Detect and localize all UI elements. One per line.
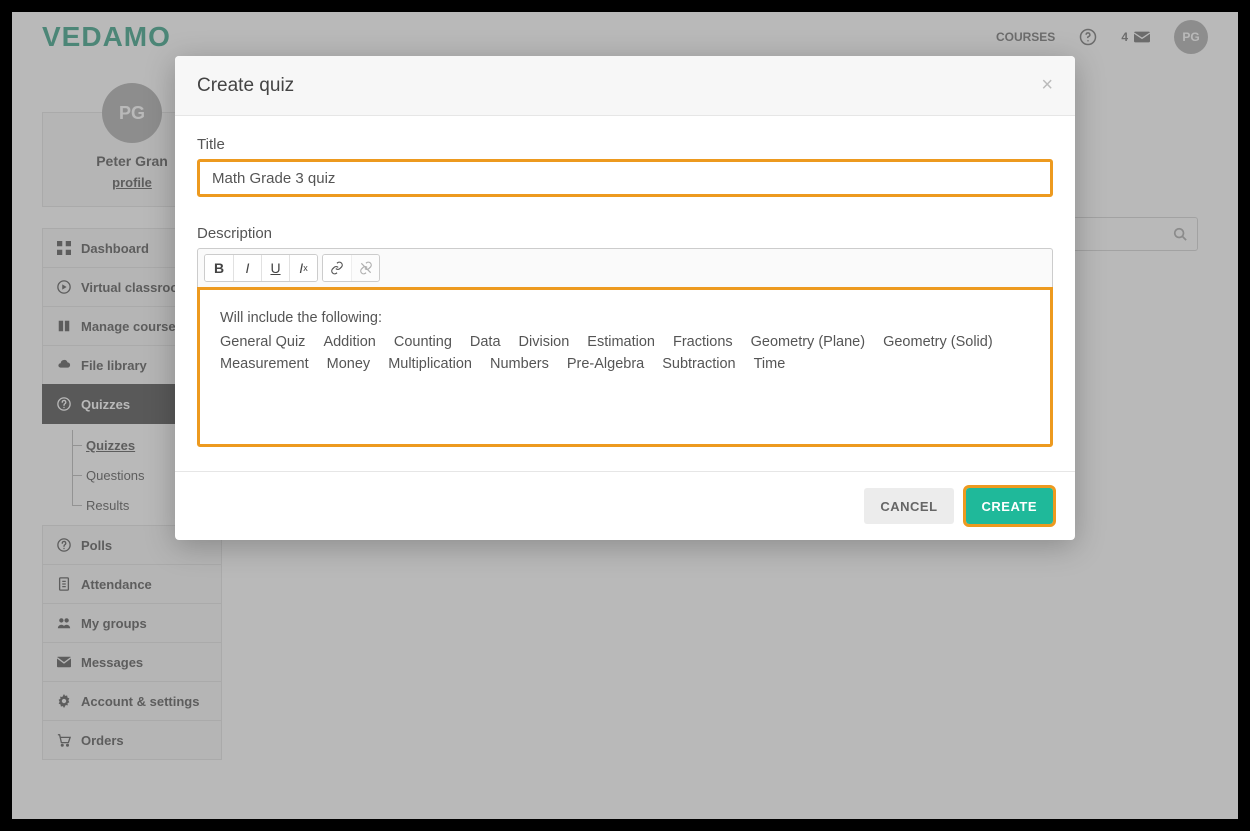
unlink-button[interactable] — [351, 255, 379, 281]
description-label: Description — [197, 225, 1053, 242]
description-intro: Will include the following: — [220, 308, 1030, 330]
topic-item: Division — [519, 332, 570, 354]
link-button[interactable] — [323, 255, 351, 281]
underline-button[interactable]: U — [261, 255, 289, 281]
topic-item: Data — [470, 332, 501, 354]
description-topics: General Quiz Addition Counting Data Division… — [220, 332, 1030, 376]
topic-item: Addition — [323, 332, 375, 354]
quiz-title-input[interactable] — [197, 159, 1053, 197]
description-editor[interactable]: Will include the following: General Quiz… — [197, 287, 1053, 447]
topic-item: Multiplication — [388, 354, 472, 376]
modal-title: Create quiz — [197, 75, 294, 97]
clear-format-button[interactable]: Ix — [289, 255, 317, 281]
topic-item: Counting — [394, 332, 452, 354]
create-quiz-modal: Create quiz × Title Description B I U Ix — [175, 56, 1075, 540]
title-label: Title — [197, 136, 1053, 153]
cancel-button[interactable]: CANCEL — [864, 488, 953, 524]
link-icon — [330, 261, 344, 275]
topic-item: Money — [327, 354, 371, 376]
topic-item: Subtraction — [662, 354, 735, 376]
italic-button[interactable]: I — [233, 255, 261, 281]
topic-item: General Quiz — [220, 332, 305, 354]
editor-toolbar: B I U Ix — [197, 248, 1053, 287]
topic-item: Time — [754, 354, 786, 376]
topic-item: Fractions — [673, 332, 733, 354]
close-icon[interactable]: × — [1041, 74, 1053, 97]
bold-button[interactable]: B — [205, 255, 233, 281]
create-button[interactable]: CREATE — [966, 488, 1053, 524]
topic-item: Estimation — [587, 332, 655, 354]
topic-item: Geometry (Solid) — [883, 332, 993, 354]
topic-item: Pre-Algebra — [567, 354, 644, 376]
topic-item: Geometry (Plane) — [751, 332, 865, 354]
topic-item: Measurement — [220, 354, 309, 376]
unlink-icon — [359, 261, 373, 275]
topic-item: Numbers — [490, 354, 549, 376]
